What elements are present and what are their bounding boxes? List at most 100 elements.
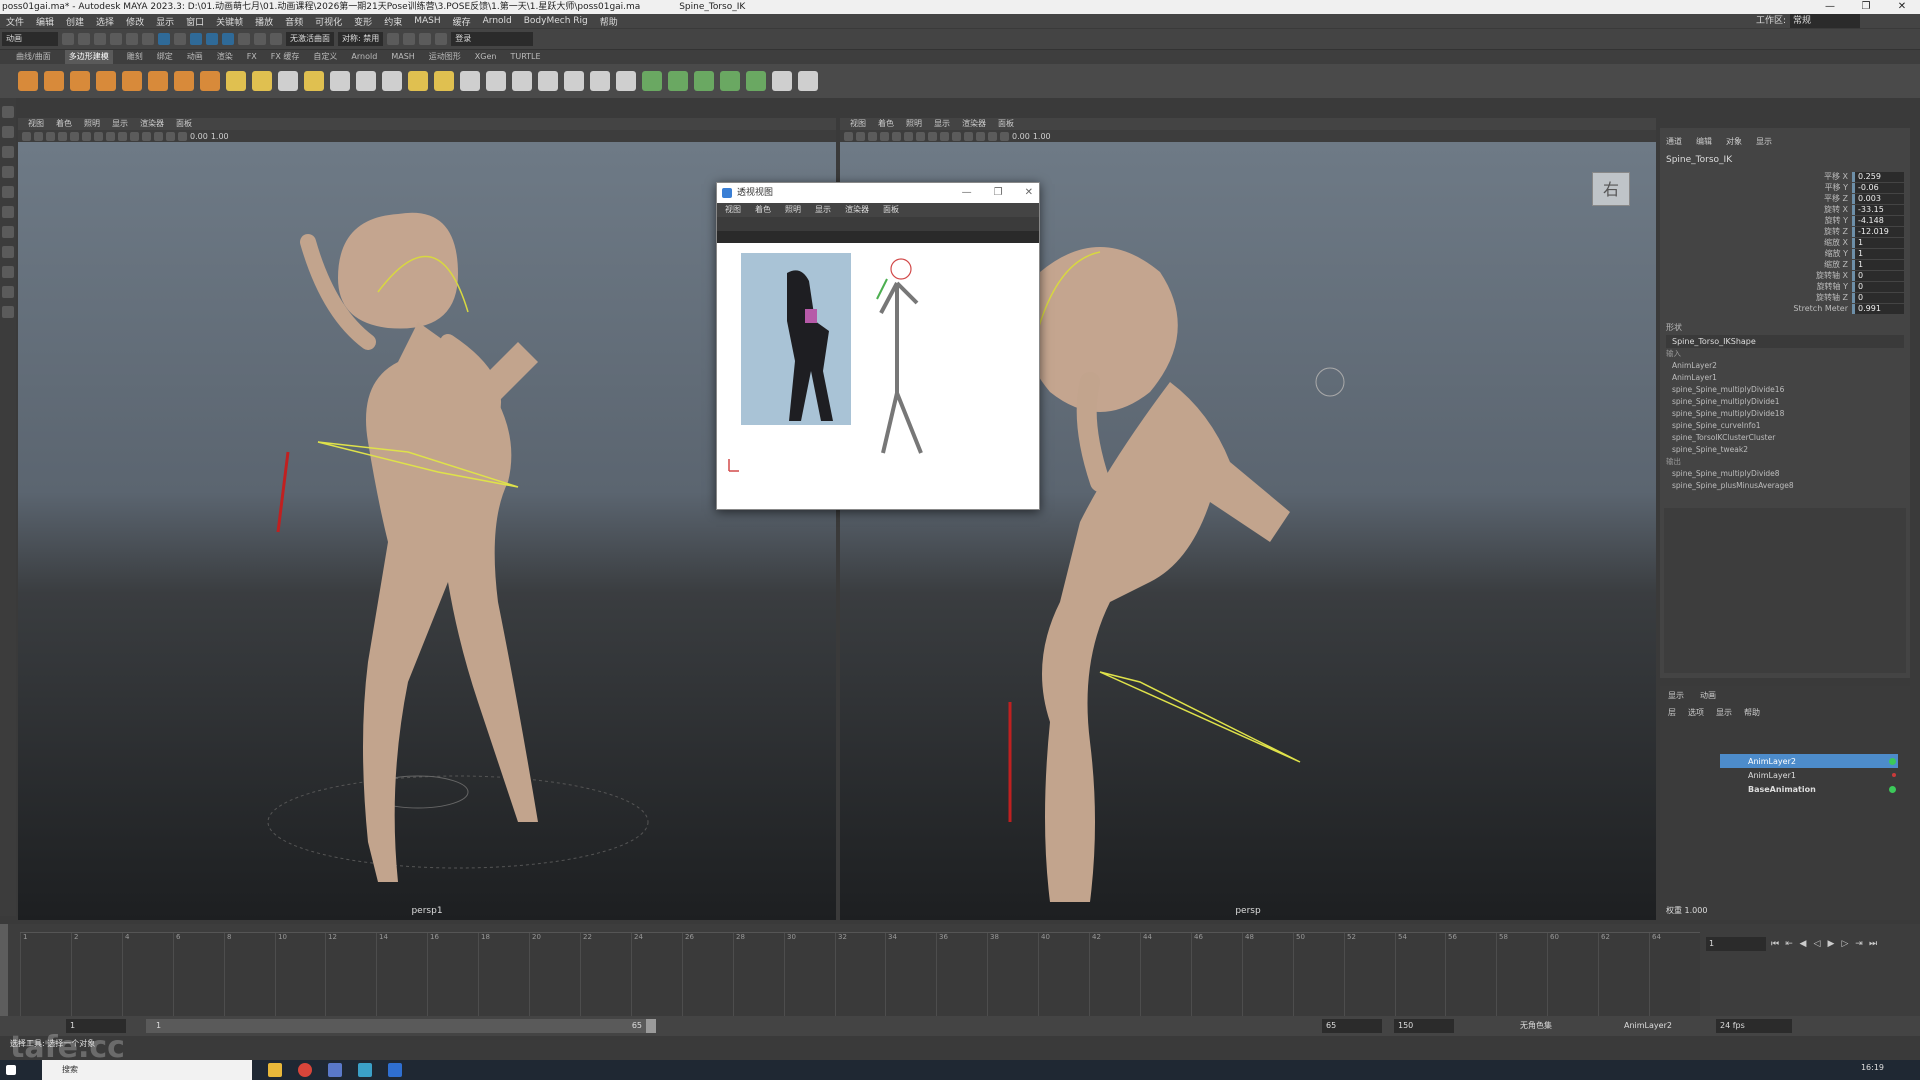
floating-window-toolbar-secondary[interactable] — [717, 231, 1039, 243]
bevel-icon[interactable] — [512, 71, 532, 91]
fw-menu-show[interactable]: 显示 — [815, 203, 831, 217]
snap-grid-icon[interactable] — [190, 33, 202, 45]
fps-dropdown[interactable]: 24 fps — [1716, 1019, 1792, 1033]
sculpt-icon[interactable] — [746, 71, 766, 91]
layer-menu-layers[interactable]: 层 — [1668, 707, 1676, 718]
channel-node-name[interactable]: Spine_Torso_IK — [1660, 155, 1910, 171]
shelf-tab-custom[interactable]: 自定义 — [313, 50, 337, 64]
select-tool-icon[interactable] — [2, 106, 14, 118]
close-button[interactable]: ✕ — [1025, 183, 1033, 203]
vp-menu-renderer[interactable]: 渲染器 — [140, 118, 164, 130]
input-node[interactable]: spine_TorsoIKClusterCluster — [1672, 432, 1910, 444]
shelf-tab-rendering[interactable]: 渲染 — [217, 50, 233, 64]
shadows-icon[interactable] — [154, 131, 163, 141]
vp-menu-view[interactable]: 视图 — [28, 118, 44, 130]
attr-value[interactable]: 0 — [1852, 281, 1904, 292]
shelf-tab-fx[interactable]: FX — [247, 50, 257, 64]
camera-select-icon[interactable] — [844, 131, 853, 141]
anim-layer-row[interactable]: AnimLayer1 — [1720, 768, 1898, 782]
shape-node-name[interactable]: Spine_Torso_IKShape — [1666, 335, 1904, 348]
mirror-icon[interactable] — [460, 71, 480, 91]
end-time-field[interactable]: 65 — [1322, 1019, 1382, 1033]
super-shape-icon[interactable] — [226, 71, 246, 91]
vp-menu-renderer[interactable]: 渲染器 — [962, 118, 986, 130]
bridge-icon[interactable] — [538, 71, 558, 91]
symmetry-icon[interactable] — [798, 71, 818, 91]
extrude-icon[interactable] — [486, 71, 506, 91]
attr-value[interactable]: -33.15 — [1852, 204, 1904, 215]
separate-icon[interactable] — [382, 71, 402, 91]
attr-scale-z[interactable]: 缩放 Z 1 — [1660, 259, 1910, 270]
input-node[interactable]: spine_Spine_tweak2 — [1672, 444, 1910, 456]
menu-mash[interactable]: MASH — [414, 16, 440, 26]
lights-icon[interactable] — [964, 131, 973, 141]
quad-draw-icon[interactable] — [694, 71, 714, 91]
attr-value[interactable]: 1 — [1852, 259, 1904, 270]
lasso-tool-icon[interactable] — [2, 126, 14, 138]
poly-cube-icon[interactable] — [44, 71, 64, 91]
floating-window-toolbar[interactable] — [717, 217, 1039, 231]
menu-set-dropdown[interactable]: 动画 — [2, 32, 58, 46]
layer-menu-show[interactable]: 显示 — [1716, 707, 1732, 718]
attr-rotate-x[interactable]: 旋转 X -33.15 — [1660, 204, 1910, 215]
maximize-button[interactable]: ❐ — [994, 183, 1003, 203]
camera-lock-icon[interactable] — [34, 131, 43, 141]
app-icon[interactable] — [388, 1063, 402, 1077]
vp-menu-show[interactable]: 显示 — [112, 118, 128, 130]
attr-rotate-axis-z[interactable]: 旋转轴 Z 0 — [1660, 292, 1910, 303]
reference-image-plane[interactable] — [717, 243, 1039, 509]
step-back-frame-icon[interactable]: ◀ — [1798, 939, 1808, 949]
attr-translate-z[interactable]: 平移 Z 0.003 — [1660, 193, 1910, 204]
redo-icon[interactable] — [126, 33, 138, 45]
shelf-tab-xgen[interactable]: XGen — [475, 50, 497, 64]
time-slider[interactable]: 1 2 4 6 8 10 12 14 16 18 20 22 24 26 28 30 32 34 36 38 40 42 4… — [0, 924, 1920, 1017]
single-view-icon[interactable] — [2, 226, 14, 238]
soft-select-icon[interactable] — [772, 71, 792, 91]
fw-menu-panels[interactable]: 面板 — [883, 203, 899, 217]
input-node[interactable]: spine_Spine_multiplyDivide16 — [1672, 384, 1910, 396]
menu-cache[interactable]: 缓存 — [453, 15, 471, 28]
channel-menu-channels[interactable]: 通道 — [1666, 136, 1682, 147]
live-surface-field[interactable]: 无激活曲面 — [286, 32, 334, 46]
layer-menu-options[interactable]: 选项 — [1688, 707, 1704, 718]
bookmark-icon[interactable] — [46, 131, 55, 141]
vp-menu-show[interactable]: 显示 — [934, 118, 950, 130]
anim-layer-dropdown[interactable]: AnimLayer2 — [1608, 1019, 1708, 1033]
attr-translate-x[interactable]: 平移 X 0.259 — [1660, 171, 1910, 182]
attr-value[interactable]: 1 — [1852, 237, 1904, 248]
output-node[interactable]: spine_Spine_multiplyDivide8 — [1672, 468, 1910, 480]
save-scene-icon[interactable] — [94, 33, 106, 45]
select-edge-loop-icon[interactable] — [642, 71, 662, 91]
chrome-icon[interactable] — [298, 1063, 312, 1077]
shadows-icon[interactable] — [976, 131, 985, 141]
range-slider[interactable]: 1 65 — [146, 1019, 656, 1033]
exposure-value[interactable]: 0.00 — [190, 132, 208, 141]
rotate-tool-icon[interactable] — [2, 186, 14, 198]
menu-visualize[interactable]: 可视化 — [315, 15, 342, 28]
smooth-icon[interactable] — [408, 71, 428, 91]
step-forward-frame-icon[interactable]: ▷ — [1840, 939, 1850, 949]
camera-lock-icon[interactable] — [856, 131, 865, 141]
input-node[interactable]: spine_Spine_multiplyDivide18 — [1672, 408, 1910, 420]
shelf-tab-turtle[interactable]: TURTLE — [510, 50, 540, 64]
insert-edge-loop-icon[interactable] — [616, 71, 636, 91]
uv-editor-icon[interactable] — [330, 71, 350, 91]
menu-modify[interactable]: 修改 — [126, 15, 144, 28]
hypershade-icon[interactable] — [435, 33, 448, 45]
viewport-canvas[interactable]: persp1 — [18, 142, 836, 920]
vp-menu-shading[interactable]: 着色 — [56, 118, 72, 130]
shelf-tab-polygon-modeling[interactable]: 多边形建模 — [64, 50, 113, 64]
zoom-icon[interactable] — [2, 306, 14, 318]
menu-edit[interactable]: 编辑 — [36, 15, 54, 28]
attr-rotate-axis-y[interactable]: 旋转轴 Y 0 — [1660, 281, 1910, 292]
snap-surface-icon[interactable] — [238, 33, 250, 45]
anim-layer-row[interactable]: BaseAnimation — [1720, 782, 1898, 796]
shelf-tab-curves[interactable]: 曲线/曲面 — [16, 50, 51, 64]
play-backwards-icon[interactable]: ◁ — [1812, 939, 1822, 949]
paint-select-icon[interactable] — [2, 146, 14, 158]
attr-value[interactable]: -4.148 — [1852, 215, 1904, 226]
attr-stretch-meter[interactable]: Stretch Meter 0.991 — [1660, 303, 1910, 314]
current-time-marker[interactable] — [0, 924, 8, 1016]
range-slider-handle[interactable] — [646, 1019, 656, 1033]
channel-menu-edit[interactable]: 编辑 — [1696, 136, 1712, 147]
